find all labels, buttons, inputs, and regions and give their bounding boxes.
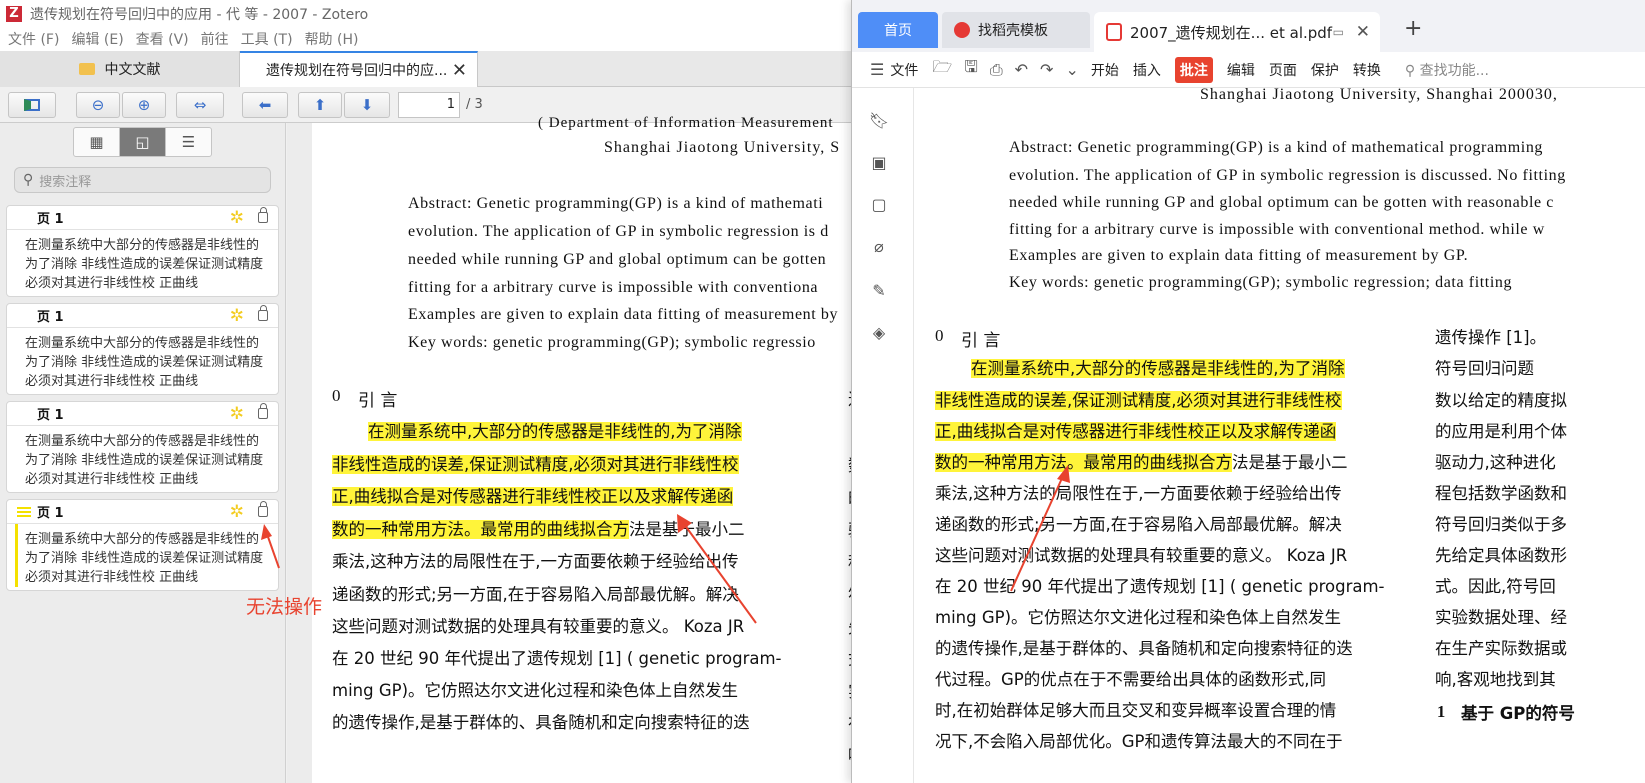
ribbon-tab-page[interactable]: 页面 (1269, 60, 1297, 80)
tab-pdf-label: 2007_遗传规划在... et al.pdf (1130, 23, 1333, 42)
print-icon[interactable]: ⎙ (990, 60, 1003, 80)
ribbon-tab-start[interactable]: 开始 (1091, 60, 1119, 80)
new-tab-button[interactable]: + (1404, 16, 1422, 41)
layers-icon[interactable]: ◈ (869, 322, 889, 342)
pdf-file-icon (1106, 23, 1122, 41)
arrow-line (683, 523, 757, 624)
docer-logo-icon (954, 22, 970, 38)
undo-icon[interactable]: ↶ (1015, 60, 1028, 79)
chevron-down-icon[interactable]: ⌄ (1065, 60, 1078, 79)
open-folder-icon[interactable]: 🗁 (932, 56, 952, 83)
feature-search-label: 查找功能... (1419, 62, 1489, 79)
save-icon[interactable]: 🖫 (964, 56, 978, 83)
bookmark-icon[interactable]: 🔖︎ (869, 110, 889, 130)
search-icon: ⚲ (1404, 62, 1420, 79)
signature-icon[interactable]: ✎ (869, 280, 889, 300)
redo-icon[interactable]: ↷ (1040, 60, 1053, 79)
tab-template[interactable]: 找稻壳模板 (942, 12, 1090, 48)
arrow-line (1010, 475, 1064, 592)
arrow-head (677, 514, 692, 533)
annotation-arrow (1010, 465, 1070, 592)
plus-icon: + (1404, 16, 1423, 41)
comment-icon[interactable]: ▢ (869, 194, 889, 214)
ribbon-tab-protect[interactable]: 保护 (1311, 60, 1339, 80)
zotero-window: Z 遗传规划在符号回归中的应用 - 代 等 - 2007 - Zotero 文件… (0, 0, 862, 783)
ribbon-tab-convert[interactable]: 转换 (1353, 60, 1381, 80)
image-icon[interactable]: ▣ (869, 152, 889, 172)
feature-search[interactable]: ⚲ 查找功能... (1405, 60, 1489, 80)
wps-left-toolbar: 🔖︎ ▣ ▢ ⌀ ✎ ◈ (852, 88, 914, 783)
tab-pdf-document[interactable]: 2007_遗传规划在... et al.pdf ▭ ✕ (1094, 12, 1380, 52)
ribbon-tab-annotate[interactable]: 批注 (1174, 56, 1213, 83)
arrow-line (266, 533, 280, 569)
annotation-arrows (261, 514, 757, 624)
arrow-head (1057, 465, 1070, 483)
tab-home[interactable]: 首页 (858, 12, 938, 48)
hamburger-icon[interactable]: ☰ (870, 60, 884, 79)
wps-pdf-page[interactable]: Shanghai Jiaotong University, Shanghai 2… (915, 88, 1645, 783)
close-icon[interactable]: ✕ (1356, 22, 1370, 42)
wps-ribbon: ☰ 文件 🗁 🖫 ⎙ ↶ ↷ ⌄ 开始 插入 批注 编辑 页面 保护 转换 ⚲ … (852, 52, 1645, 88)
wps-tab-bar: 首页 找稻壳模板 2007_遗传规划在... et al.pdf ▭ ✕ + (852, 0, 1645, 52)
wps-window: 首页 找稻壳模板 2007_遗传规划在... et al.pdf ▭ ✕ + ☰… (851, 0, 1645, 783)
arrow-head (261, 524, 272, 540)
ribbon-tab-edit[interactable]: 编辑 (1227, 60, 1255, 80)
ribbon-tab-insert[interactable]: 插入 (1133, 60, 1161, 80)
file-menu[interactable]: 文件 (890, 60, 918, 80)
attachment-icon[interactable]: ⌀ (869, 236, 889, 256)
tab-template-label: 找稻壳模板 (978, 23, 1048, 39)
monitor-icon[interactable]: ▭ (1333, 25, 1344, 39)
